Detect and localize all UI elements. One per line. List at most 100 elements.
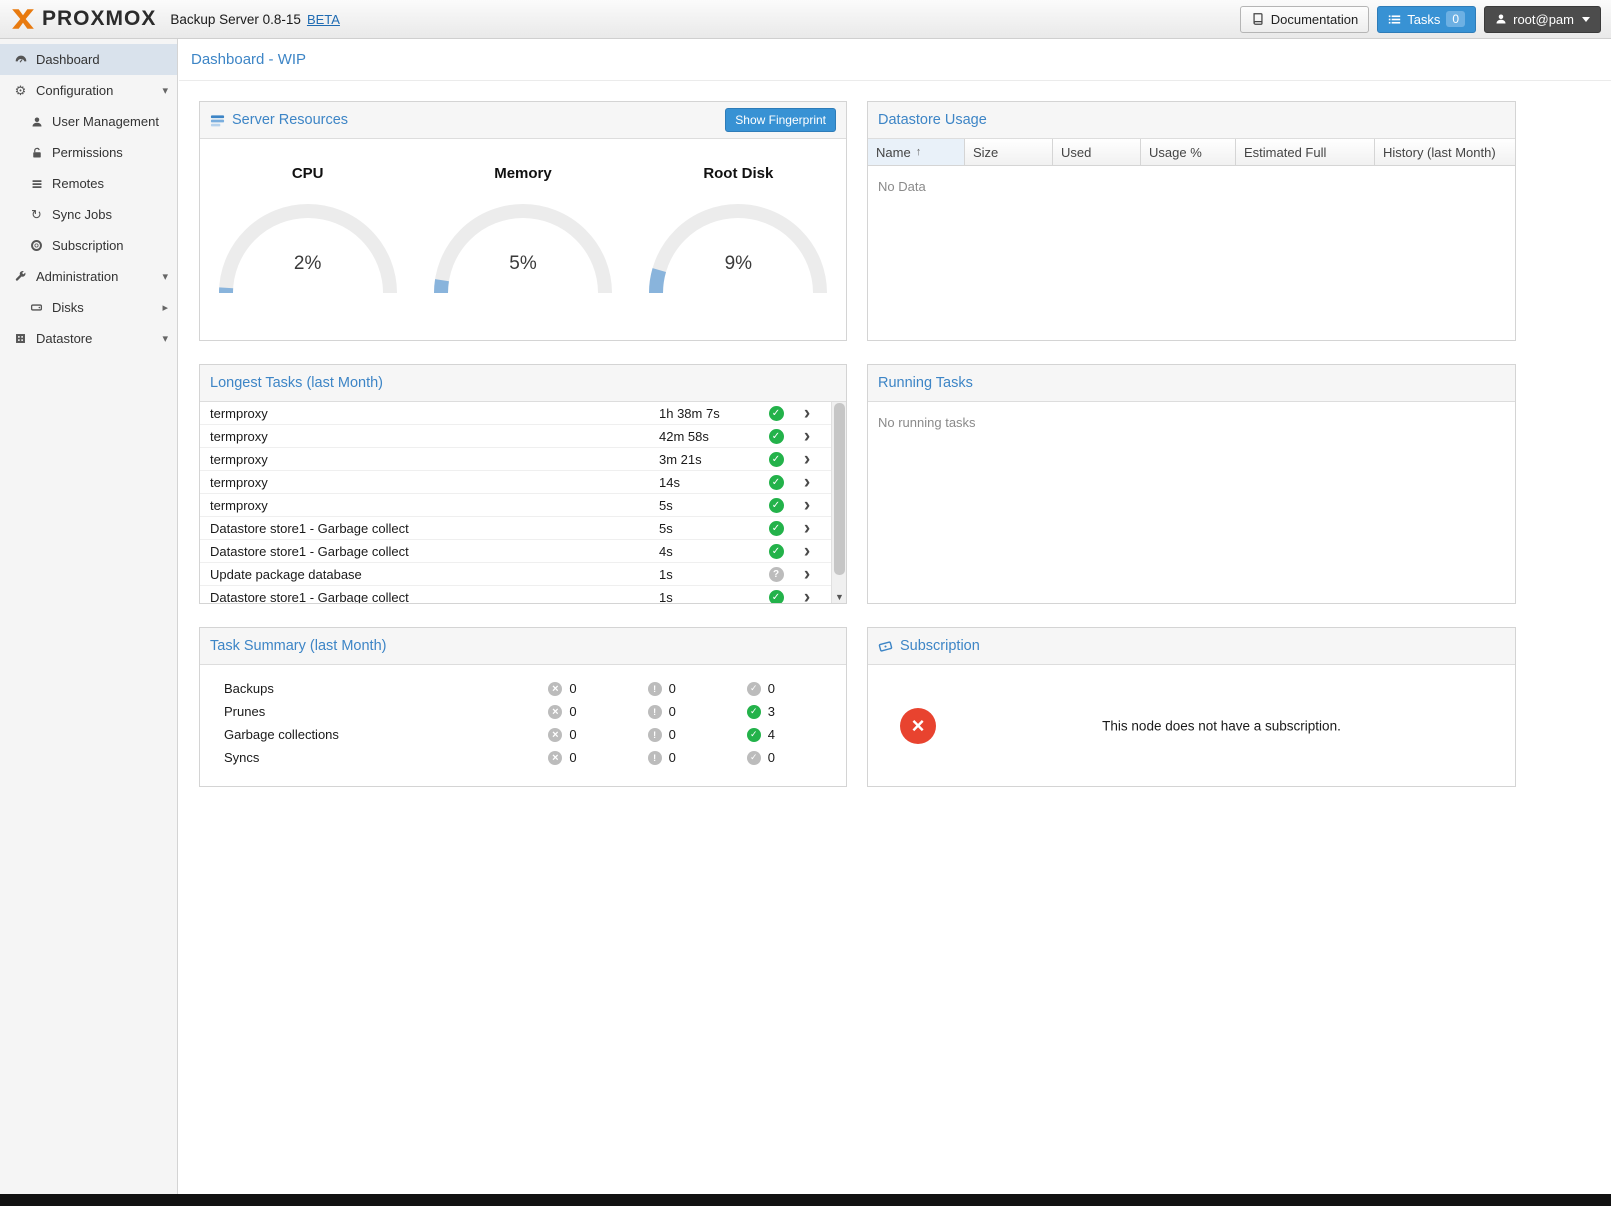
memory-gauge: Memory 5% [415, 165, 630, 298]
tasks-button[interactable]: Tasks 0 [1377, 6, 1476, 33]
panel-header: Server Resources Show Fingerprint [200, 102, 846, 139]
user-menu-button[interactable]: root@pam [1484, 6, 1601, 33]
warning-count: 0 [669, 750, 676, 765]
warning-count-icon [648, 751, 662, 765]
task-duration: 3m 21s [659, 452, 759, 467]
sidebar-item-disks[interactable]: Disks ▸ [0, 292, 177, 323]
documentation-button[interactable]: Documentation [1240, 6, 1369, 33]
top-bar: PROXMOX Backup Server 0.8-15 BETA Docume… [0, 0, 1611, 39]
subscription-body: × This node does not have a subscription… [868, 665, 1515, 786]
error-count: 0 [569, 727, 576, 742]
sidebar-item-user-management[interactable]: User Management [0, 106, 177, 137]
sidebar-item-sync-jobs[interactable]: ↻ Sync Jobs [0, 199, 177, 230]
summary-label: Prunes [224, 704, 548, 719]
chevron-right-icon[interactable]: › [804, 542, 810, 561]
chevron-right-icon[interactable]: › [804, 565, 810, 584]
panel-title: Longest Tasks (last Month) [210, 375, 383, 391]
chevron-down-icon[interactable]: ▾ [162, 270, 168, 283]
warning-count-icon [648, 705, 662, 719]
scrollbar-down-arrow[interactable]: ▼ [832, 592, 847, 602]
task-row[interactable]: termproxy 5s › [200, 494, 846, 517]
task-list: termproxy 1h 38m 7s › termproxy 42m 58s … [200, 402, 846, 603]
warning-count: 0 [669, 727, 676, 742]
datastore-usage-panel: Datastore Usage Name↑ Size Used Usage % … [867, 101, 1516, 341]
cpu-gauge: CPU 2% [200, 165, 415, 298]
chevron-right-icon[interactable]: › [804, 427, 810, 446]
sidebar-item-subscription[interactable]: Subscription [0, 230, 177, 261]
sidebar-item-datastore[interactable]: Datastore ▾ [0, 323, 177, 354]
task-name: Datastore store1 - Garbage collect [200, 590, 659, 604]
task-name: termproxy [200, 452, 659, 467]
task-duration: 1h 38m 7s [659, 406, 759, 421]
panel-title: Subscription [900, 638, 980, 654]
status-ok-icon [769, 590, 784, 604]
warning-count-icon [648, 682, 662, 696]
beta-link[interactable]: BETA [307, 12, 340, 27]
chevron-down-icon[interactable]: ▾ [162, 332, 168, 345]
task-row[interactable]: termproxy 14s › [200, 471, 846, 494]
task-row[interactable]: termproxy 1h 38m 7s › [200, 402, 846, 425]
empty-state-text: No running tasks [868, 402, 1515, 443]
task-row[interactable]: termproxy 42m 58s › [200, 425, 846, 448]
chevron-down-icon[interactable]: ▾ [162, 84, 168, 97]
sidebar-item-dashboard[interactable]: Dashboard [0, 44, 177, 75]
dashboard-icon [12, 53, 29, 67]
sidebar-item-label: Permissions [52, 145, 123, 160]
panel-title: Running Tasks [878, 375, 973, 391]
status-ok-icon [769, 498, 784, 513]
task-duration: 1s [659, 567, 759, 582]
task-row[interactable]: Datastore store1 - Garbage collect 5s › [200, 517, 846, 540]
disk-icon [28, 301, 45, 314]
scrollbar-thumb[interactable] [834, 403, 845, 575]
chevron-right-icon[interactable]: › [804, 473, 810, 492]
chevron-right-icon[interactable]: › [804, 496, 810, 515]
column-header-history[interactable]: History (last Month) [1375, 139, 1515, 165]
show-fingerprint-button[interactable]: Show Fingerprint [725, 108, 836, 132]
panel-header: Datastore Usage [868, 102, 1515, 139]
task-duration: 1s [659, 590, 759, 604]
unlock-icon [28, 147, 45, 159]
chevron-right-icon[interactable]: › [804, 404, 810, 423]
task-row[interactable]: Datastore store1 - Garbage collect 4s › [200, 540, 846, 563]
warning-count: 0 [669, 704, 676, 719]
column-header-usage-pct[interactable]: Usage % [1141, 139, 1236, 165]
task-duration: 5s [659, 521, 759, 536]
task-row[interactable]: Datastore store1 - Garbage collect 1s › [200, 586, 846, 603]
server-resources-panel: Server Resources Show Fingerprint CPU 2%… [199, 101, 847, 341]
ok-count: 4 [768, 727, 775, 742]
error-count-icon [548, 728, 562, 742]
ok-count: 0 [768, 750, 775, 765]
column-header-estimated-full[interactable]: Estimated Full [1236, 139, 1375, 165]
column-header-size[interactable]: Size [965, 139, 1053, 165]
column-header-name[interactable]: Name↑ [868, 139, 965, 165]
chevron-right-icon[interactable]: › [804, 519, 810, 538]
chevron-right-icon[interactable]: › [804, 588, 810, 604]
task-name: Update package database [200, 567, 659, 582]
sidebar-item-administration[interactable]: Administration ▾ [0, 261, 177, 292]
tasks-label: Tasks [1407, 12, 1440, 27]
chevron-right-icon[interactable]: ▸ [162, 301, 168, 314]
sidebar-item-label: Sync Jobs [52, 207, 112, 222]
ticket-icon [878, 639, 893, 654]
gauge-label: Memory [415, 165, 630, 182]
ok-count: 0 [768, 681, 775, 696]
chevron-right-icon[interactable]: › [804, 450, 810, 469]
longest-tasks-panel: Longest Tasks (last Month) termproxy 1h … [199, 364, 847, 604]
sync-icon: ↻ [28, 207, 45, 223]
status-ok-icon [769, 521, 784, 536]
product-version: Backup Server 0.8-15 [170, 12, 301, 27]
page-title: Dashboard - WIP [191, 51, 306, 68]
sidebar-item-configuration[interactable]: ⚙ Configuration ▾ [0, 75, 177, 106]
column-header-used[interactable]: Used [1053, 139, 1141, 165]
task-row[interactable]: termproxy 3m 21s › [200, 448, 846, 471]
task-row[interactable]: Update package database 1s › [200, 563, 846, 586]
sidebar: Dashboard ⚙ Configuration ▾ User Managem… [0, 39, 178, 1194]
task-name: Datastore store1 - Garbage collect [200, 544, 659, 559]
error-count-icon [548, 705, 562, 719]
gauge-arc [643, 198, 833, 298]
sidebar-item-remotes[interactable]: Remotes [0, 168, 177, 199]
vertical-scrollbar[interactable]: ▼ [831, 402, 846, 603]
proxmox-x-icon [10, 6, 36, 32]
gear-icon: ⚙ [12, 83, 29, 99]
sidebar-item-permissions[interactable]: Permissions [0, 137, 177, 168]
